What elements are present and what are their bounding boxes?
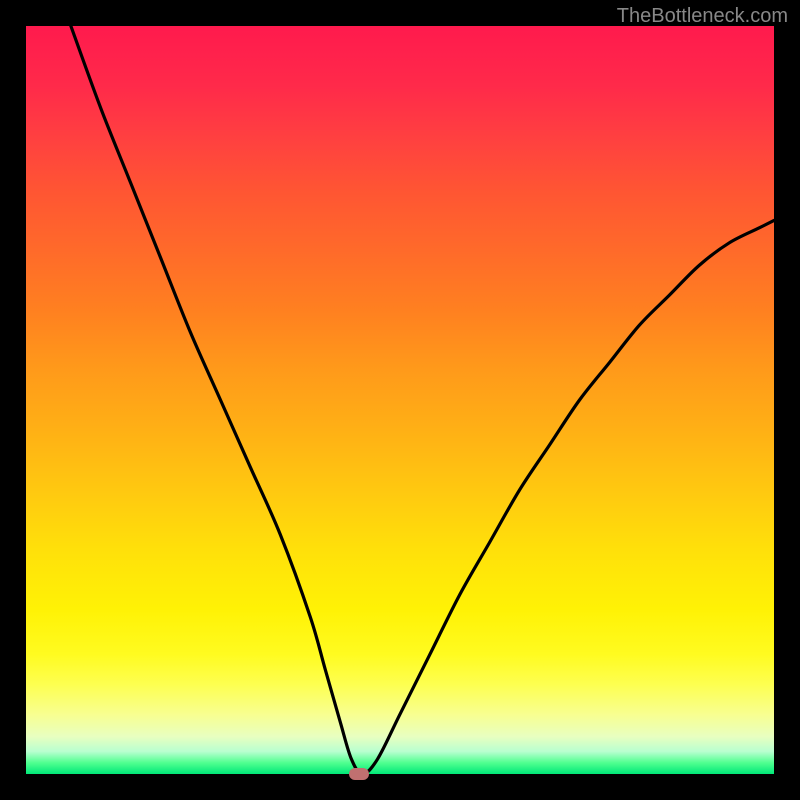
chart-plot-area xyxy=(26,26,774,774)
bottleneck-curve xyxy=(26,26,774,774)
watermark-text: TheBottleneck.com xyxy=(617,5,788,28)
optimal-point-marker xyxy=(349,768,369,780)
